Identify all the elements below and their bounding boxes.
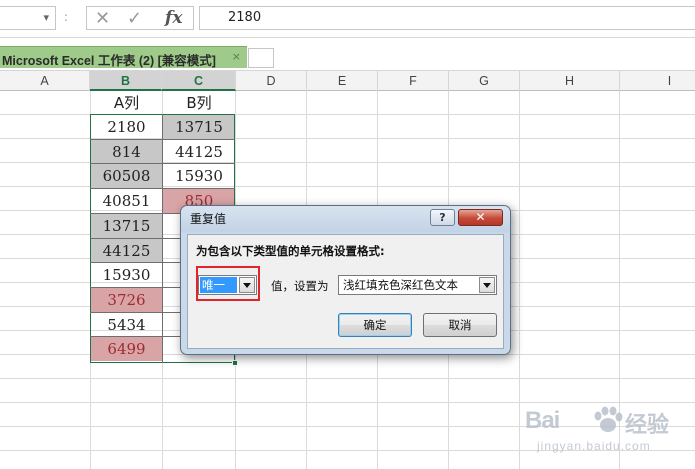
watermark-url: jingyan.baidu.com xyxy=(537,439,651,453)
ok-button[interactable]: 确定 xyxy=(338,313,412,337)
watermark-brand: Bai xyxy=(525,407,560,434)
column-header-e[interactable]: E xyxy=(307,71,378,91)
chevron-down-icon[interactable] xyxy=(239,277,255,293)
value-type-select[interactable]: 唯一 xyxy=(198,275,257,295)
enter-icon[interactable]: ✓ xyxy=(127,8,142,29)
set-format-label: 值，设置为 xyxy=(271,279,329,293)
column-header-a[interactable]: A xyxy=(0,71,90,91)
formula-input[interactable]: 2180 xyxy=(199,6,695,30)
column-header-c[interactable]: C xyxy=(162,71,236,91)
column-header-g[interactable]: G xyxy=(449,71,520,91)
workbook-tab[interactable]: Microsoft Excel 工作表 (2) [兼容模式] × xyxy=(0,46,247,68)
format-selected: 浅红填充色深红色文本 xyxy=(343,278,458,292)
insert-function-icon[interactable]: fx xyxy=(165,8,182,28)
value-type-selected: 唯一 xyxy=(200,277,237,293)
formula-buttons: ✕ ✓ fx xyxy=(86,6,194,30)
column-header-d[interactable]: D xyxy=(236,71,307,91)
chevron-down-icon[interactable] xyxy=(479,277,495,293)
name-box[interactable]: ▾ xyxy=(0,6,56,30)
new-tab-button[interactable] xyxy=(248,48,274,68)
fill-handle[interactable] xyxy=(232,360,238,366)
cancel-button[interactable]: 取消 xyxy=(423,313,497,337)
table-header-a[interactable]: A列 xyxy=(91,91,162,115)
column-header-b[interactable]: B xyxy=(90,71,162,91)
table-header-b[interactable]: B列 xyxy=(163,91,235,115)
grid-line xyxy=(519,91,520,469)
row-divider xyxy=(90,139,235,140)
formula-bar-separator: : xyxy=(64,10,69,24)
format-select[interactable]: 浅红填充色深红色文本 xyxy=(338,275,497,295)
row-divider xyxy=(90,163,235,164)
column-header-i[interactable]: I xyxy=(620,71,695,91)
watermark-brand-cn: 经验 xyxy=(625,413,670,438)
paw-icon xyxy=(594,406,623,432)
close-icon[interactable]: × xyxy=(232,50,241,63)
close-icon[interactable]: ✕ xyxy=(458,209,503,226)
help-icon[interactable]: ? xyxy=(430,209,455,226)
dialog-prompt: 为包含以下类型值的单元格设置格式: xyxy=(196,244,385,258)
column-header-f[interactable]: F xyxy=(378,71,449,91)
chevron-down-icon[interactable]: ▾ xyxy=(43,11,49,24)
dialog-title: 重复值 xyxy=(190,212,227,226)
cancel-icon[interactable]: ✕ xyxy=(95,8,110,29)
column-headers: A B C D E F G H I xyxy=(0,70,695,91)
workbook-tab-title: Microsoft Excel 工作表 (2) [兼容模式] xyxy=(2,54,216,68)
row-divider xyxy=(90,188,235,189)
baidu-watermark: Bai 经验 jingyan.baidu.com xyxy=(525,405,695,465)
column-header-h[interactable]: H xyxy=(520,71,620,91)
